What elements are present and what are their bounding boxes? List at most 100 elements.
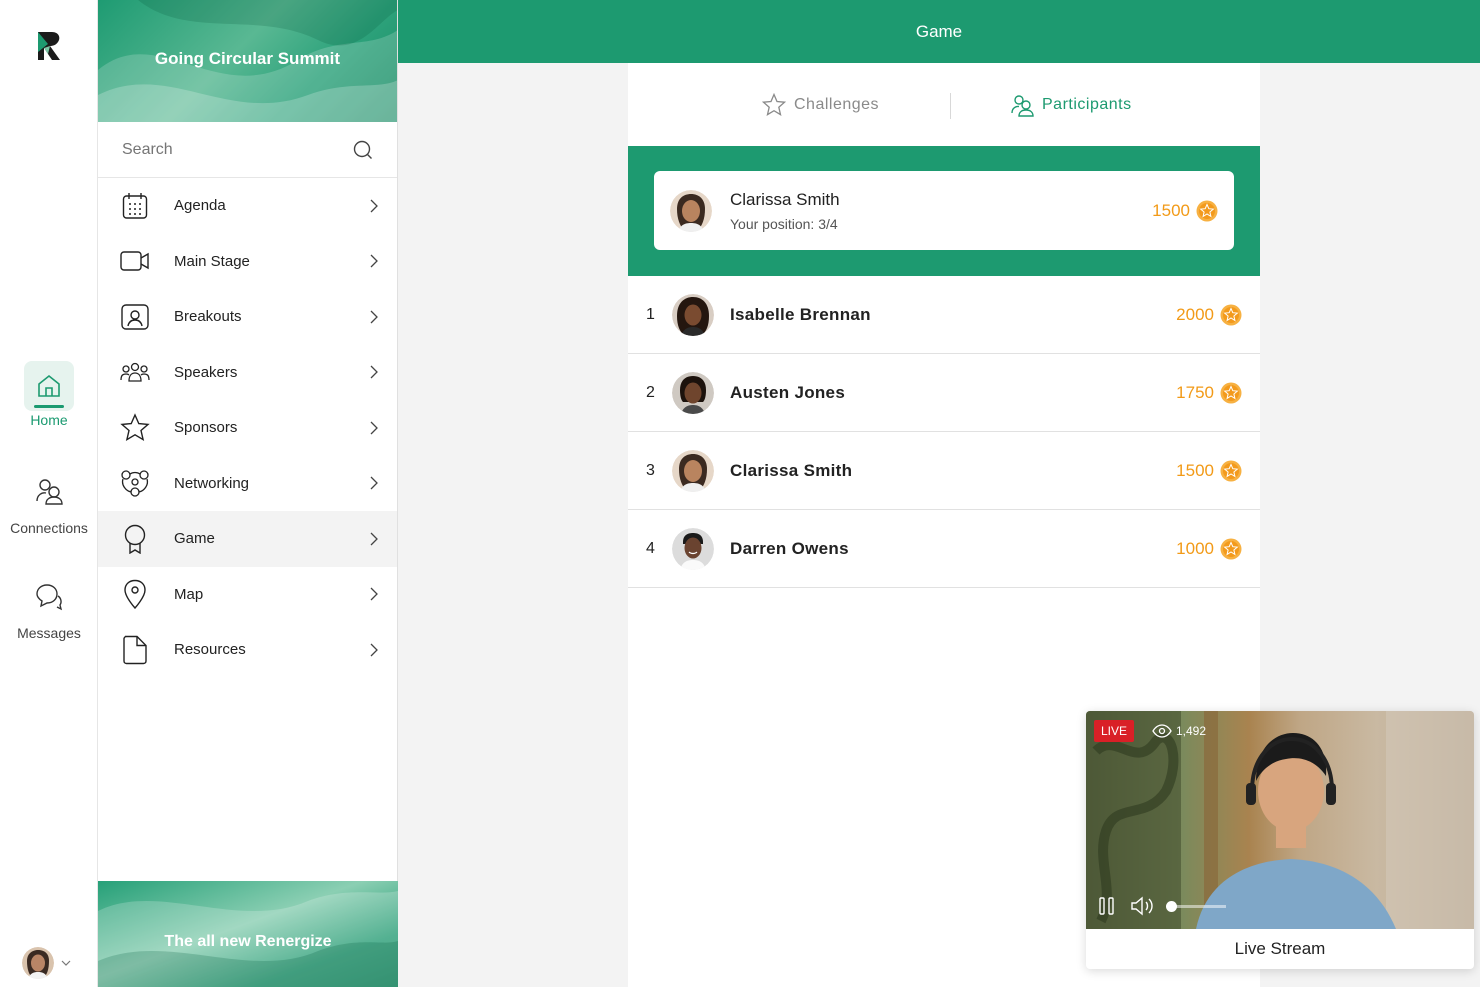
- renergize-logo[interactable]: [34, 30, 64, 62]
- event-banner: Going Circular Summit: [98, 0, 397, 122]
- nav-item-resources[interactable]: Resources: [98, 622, 397, 678]
- chevron-right-icon: [370, 421, 378, 435]
- participant-score: 1750: [1176, 382, 1242, 404]
- participant-score: 1500: [1176, 460, 1242, 482]
- viewer-count: 1,492: [1152, 724, 1206, 738]
- search-input[interactable]: [122, 140, 342, 159]
- award-icon: [120, 524, 150, 554]
- nav-item-game[interactable]: Game: [98, 511, 397, 567]
- my-score: 1500: [1152, 200, 1218, 222]
- live-video[interactable]: LIVE 1,492: [1086, 711, 1474, 929]
- my-position-band: Clarissa Smith Your position: 3/4 1500: [628, 146, 1260, 276]
- nav-item-label: Agenda: [174, 197, 226, 215]
- map-pin-icon: [120, 579, 150, 610]
- nav-item-networking[interactable]: Networking: [98, 456, 397, 512]
- nav-item-label: Main Stage: [174, 252, 250, 270]
- score-value: 2000: [1176, 304, 1214, 324]
- nav-item-map[interactable]: Map: [98, 567, 397, 623]
- app-rail: Home Connections Messages: [0, 0, 98, 987]
- my-position: Your position: 3/4: [730, 215, 838, 232]
- eye-icon: [1152, 724, 1172, 738]
- chevron-right-icon: [370, 587, 378, 601]
- nav-item-agenda[interactable]: Agenda: [98, 178, 397, 234]
- rail-item-label: Home: [30, 412, 68, 428]
- nav-item-breakouts[interactable]: Breakouts: [98, 289, 397, 345]
- speakers-icon: [120, 357, 150, 387]
- star-coin-icon: [1220, 538, 1242, 559]
- leaderboard-row[interactable]: 2 Austen Jones 1750: [628, 354, 1260, 432]
- chevron-right-icon: [370, 310, 378, 324]
- messages-icon: [24, 571, 74, 621]
- chevron-right-icon: [370, 532, 378, 546]
- user-avatar: [22, 947, 54, 979]
- volume-slider-knob[interactable]: [1166, 900, 1177, 912]
- avatar: [672, 527, 714, 570]
- leaderboard-row[interactable]: 3 Clarissa Smith 1500: [628, 432, 1260, 510]
- document-icon: [120, 635, 150, 665]
- page-title: Game: [915, 21, 963, 41]
- my-name: Clarissa Smith: [730, 189, 840, 209]
- player-controls: [1098, 896, 1226, 916]
- nav-item-label: Networking: [174, 474, 250, 492]
- live-stream-player[interactable]: LIVE 1,492 Live Stream: [1086, 711, 1474, 969]
- page-header: Game: [398, 0, 1480, 63]
- chevron-right-icon: [370, 254, 378, 268]
- tab-participants[interactable]: Participants: [1010, 93, 1132, 117]
- leaderboard-row[interactable]: 1 Isabelle Brennan 2000: [628, 276, 1260, 354]
- nav-item-speakers[interactable]: Speakers: [98, 345, 397, 401]
- chevron-right-icon: [370, 365, 378, 379]
- my-info: Clarissa Smith Your position: 3/4: [730, 190, 1152, 232]
- rail-item-connections[interactable]: Connections: [0, 466, 98, 536]
- user-menu[interactable]: [22, 947, 72, 979]
- promo-banner[interactable]: The all new Renergize: [98, 881, 398, 987]
- nav-item-main-stage[interactable]: Main Stage: [98, 234, 397, 290]
- score-value: 1750: [1176, 382, 1214, 402]
- event-navigation: Going Circular Summit Agenda Mai: [98, 0, 398, 987]
- search-bar: [98, 122, 397, 178]
- star-icon: [120, 413, 150, 443]
- avatar: [672, 293, 714, 336]
- search-icon[interactable]: [353, 140, 373, 160]
- rail-item-home[interactable]: Home: [0, 361, 98, 428]
- my-position-card[interactable]: Clarissa Smith Your position: 3/4 1500: [654, 171, 1234, 250]
- video-camera-icon: [120, 246, 150, 276]
- participant-score: 1000: [1176, 538, 1242, 560]
- rail-item-messages[interactable]: Messages: [0, 571, 98, 641]
- pause-icon[interactable]: [1098, 896, 1116, 916]
- rail-item-label: Connections: [10, 520, 88, 536]
- nav-item-label: Breakouts: [174, 308, 242, 326]
- rank: 1: [646, 305, 655, 323]
- nav-list: Agenda Main Stage Breakouts Speakers Spo…: [98, 178, 397, 678]
- connections-icon: [24, 466, 74, 516]
- breakout-icon: [120, 302, 150, 332]
- star-coin-icon: [1220, 304, 1242, 325]
- nav-item-label: Resources: [174, 641, 246, 659]
- volume-slider[interactable]: [1166, 900, 1226, 912]
- live-badge: LIVE: [1094, 720, 1135, 742]
- participant-name: Darren Owens: [730, 538, 849, 558]
- star-coin-icon: [1220, 460, 1242, 481]
- nav-item-label: Game: [174, 530, 215, 548]
- leaderboard: 1 Isabelle Brennan 2000 2 Austen Jones 1…: [628, 276, 1260, 588]
- viewer-count-value: 1,492: [1176, 724, 1207, 738]
- home-icon: [24, 361, 74, 411]
- volume-icon[interactable]: [1130, 896, 1156, 916]
- rank: 4: [646, 539, 655, 557]
- nav-item-sponsors[interactable]: Sponsors: [98, 400, 397, 456]
- nav-item-label: Speakers: [174, 363, 238, 381]
- event-title: Going Circular Summit: [154, 49, 341, 68]
- participant-name: Austen Jones: [730, 382, 846, 402]
- score-value: 1500: [1176, 460, 1214, 480]
- star-coin-icon: [1220, 382, 1242, 403]
- live-stream-title: Live Stream: [1234, 939, 1326, 958]
- rank: 2: [646, 383, 655, 401]
- chevron-right-icon: [370, 643, 378, 657]
- tab-label: Challenges: [794, 96, 880, 113]
- tab-challenges[interactable]: Challenges: [762, 93, 879, 117]
- score-value: 1000: [1176, 538, 1214, 558]
- leaderboard-row[interactable]: 4 Darren Owens 1000: [628, 510, 1260, 588]
- promo-banner-text: The all new Renergize: [164, 933, 332, 950]
- avatar: [670, 189, 712, 232]
- score-value: 1500: [1152, 200, 1190, 220]
- participant-name: Isabelle Brennan: [730, 304, 871, 324]
